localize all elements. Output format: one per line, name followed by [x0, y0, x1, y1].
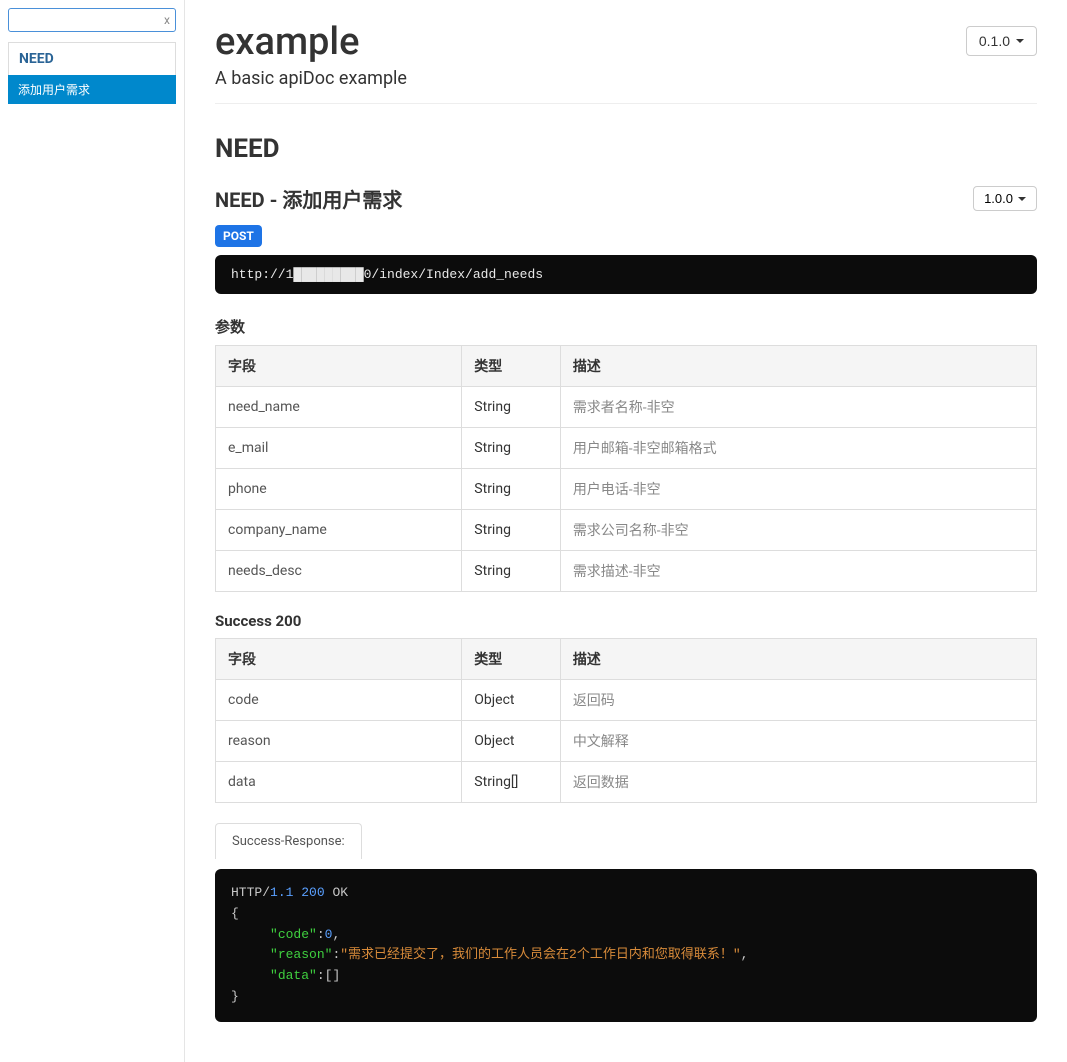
- success-th-field: 字段: [216, 639, 462, 680]
- table-row: need_name String 需求者名称-非空: [216, 387, 1037, 428]
- table-row: reason Object 中文解释: [216, 721, 1037, 762]
- search-input[interactable]: [8, 8, 176, 32]
- group-heading: NEED: [215, 134, 1037, 164]
- endpoint-version-button[interactable]: 1.0.0: [973, 186, 1037, 211]
- table-row: e_mail String 用户邮箱-非空邮箱格式: [216, 428, 1037, 469]
- success-th-desc: 描述: [560, 639, 1036, 680]
- sidebar-section-need[interactable]: NEED: [8, 42, 176, 75]
- params-table: 字段 类型 描述 need_name String 需求者名称-非空 e_mai…: [215, 345, 1037, 592]
- project-version-label: 0.1.0: [979, 33, 1010, 49]
- success-heading: Success 200: [215, 612, 1037, 630]
- params-heading: 参数: [215, 316, 1037, 337]
- sidebar: x NEED 添加用户需求: [0, 0, 185, 1062]
- endpoint-url: http://1█████████0/index/Index/add_needs: [215, 255, 1037, 294]
- chevron-down-icon: [1018, 197, 1026, 201]
- params-th-field: 字段: [216, 346, 462, 387]
- search-wrap: x: [8, 8, 176, 32]
- endpoint-version-label: 1.0.0: [984, 191, 1013, 206]
- clear-icon[interactable]: x: [164, 13, 170, 27]
- success-th-type: 类型: [462, 639, 561, 680]
- table-row: data String[] 返回数据: [216, 762, 1037, 803]
- project-description: A basic apiDoc example: [215, 68, 407, 89]
- method-badge: POST: [215, 225, 262, 247]
- params-th-type: 类型: [462, 346, 561, 387]
- params-th-desc: 描述: [560, 346, 1036, 387]
- main-content: example A basic apiDoc example 0.1.0 NEE…: [185, 0, 1067, 1062]
- success-response-code: HTTP/1.1 200 OK { "code":0, "reason":"需求…: [215, 869, 1037, 1022]
- chevron-down-icon: [1016, 39, 1024, 43]
- success-table: 字段 类型 描述 code Object 返回码 reason Object 中…: [215, 638, 1037, 803]
- project-title: example: [215, 20, 407, 64]
- tab-success-response[interactable]: Success-Response:: [215, 823, 362, 859]
- endpoint-title: NEED - 添加用户需求: [215, 184, 402, 213]
- project-version-button[interactable]: 0.1.0: [966, 26, 1037, 56]
- table-row: company_name String 需求公司名称-非空: [216, 510, 1037, 551]
- sidebar-item-add-need[interactable]: 添加用户需求: [8, 75, 176, 104]
- table-row: needs_desc String 需求描述-非空: [216, 551, 1037, 592]
- divider: [215, 103, 1037, 104]
- table-row: code Object 返回码: [216, 680, 1037, 721]
- table-row: phone String 用户电话-非空: [216, 469, 1037, 510]
